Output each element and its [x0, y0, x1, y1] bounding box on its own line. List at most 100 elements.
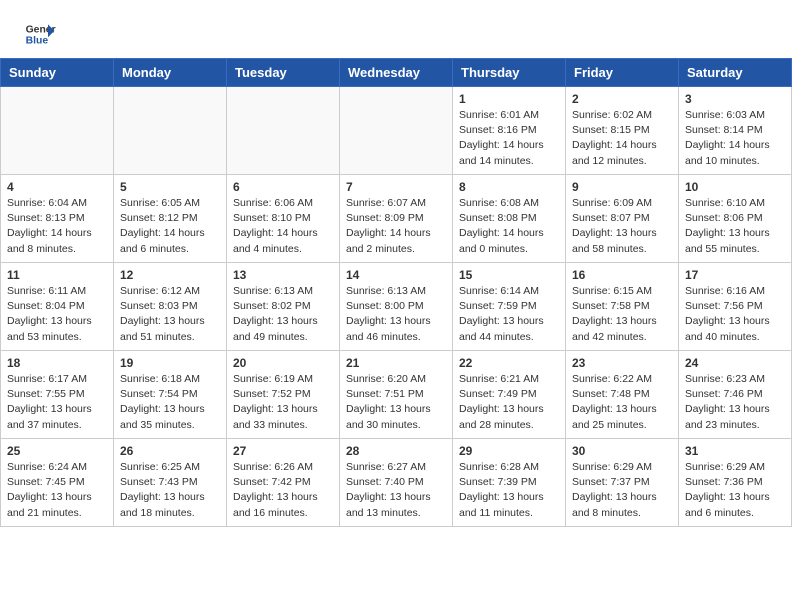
- day-number: 24: [685, 356, 785, 370]
- day-number: 23: [572, 356, 672, 370]
- day-info: Sunrise: 6:23 AM Sunset: 7:46 PM Dayligh…: [685, 372, 785, 433]
- day-info: Sunrise: 6:12 AM Sunset: 8:03 PM Dayligh…: [120, 284, 220, 345]
- weekday-header-thursday: Thursday: [453, 59, 566, 87]
- calendar-cell: [1, 87, 114, 175]
- logo: General Blue: [24, 18, 56, 50]
- day-info: Sunrise: 6:10 AM Sunset: 8:06 PM Dayligh…: [685, 196, 785, 257]
- day-info: Sunrise: 6:13 AM Sunset: 8:00 PM Dayligh…: [346, 284, 446, 345]
- day-info: Sunrise: 6:09 AM Sunset: 8:07 PM Dayligh…: [572, 196, 672, 257]
- day-number: 13: [233, 268, 333, 282]
- calendar-cell: 29 Sunrise: 6:28 AM Sunset: 7:39 PM Dayli…: [453, 439, 566, 527]
- calendar-cell: 20 Sunrise: 6:19 AM Sunset: 7:52 PM Dayli…: [227, 351, 340, 439]
- day-info: Sunrise: 6:24 AM Sunset: 7:45 PM Dayligh…: [7, 460, 107, 521]
- day-number: 7: [346, 180, 446, 194]
- calendar-cell: 7Sunrise: 6:07 AM Sunset: 8:09 PM Daylig…: [340, 175, 453, 263]
- week-row-3: 11Sunrise: 6:11 AM Sunset: 8:04 PM Dayli…: [1, 263, 792, 351]
- calendar-cell: 3 Sunrise: 6:03 AM Sunset: 8:14 PM Daylig…: [679, 87, 792, 175]
- calendar-cell: 4 Sunrise: 6:04 AM Sunset: 8:13 PM Daylig…: [1, 175, 114, 263]
- calendar-cell: 10 Sunrise: 6:10 AM Sunset: 8:06 PM Dayli…: [679, 175, 792, 263]
- day-number: 16: [572, 268, 672, 282]
- calendar-cell: 18 Sunrise: 6:17 AM Sunset: 7:55 PM Dayli…: [1, 351, 114, 439]
- day-number: 8: [459, 180, 559, 194]
- day-number: 29: [459, 444, 559, 458]
- day-number: 28: [346, 444, 446, 458]
- svg-text:Blue: Blue: [26, 36, 49, 47]
- weekday-header-wednesday: Wednesday: [340, 59, 453, 87]
- weekday-header-sunday: Sunday: [1, 59, 114, 87]
- day-number: 18: [7, 356, 107, 370]
- day-info: Sunrise: 6:11 AM Sunset: 8:04 PM Dayligh…: [7, 284, 107, 345]
- day-info: Sunrise: 6:19 AM Sunset: 7:52 PM Dayligh…: [233, 372, 333, 433]
- day-info: Sunrise: 6:18 AM Sunset: 7:54 PM Dayligh…: [120, 372, 220, 433]
- day-number: 3: [685, 92, 785, 106]
- day-info: Sunrise: 6:20 AM Sunset: 7:51 PM Dayligh…: [346, 372, 446, 433]
- logo-icon: General Blue: [24, 18, 56, 50]
- calendar-cell: 17Sunrise: 6:16 AM Sunset: 7:56 PM Dayli…: [679, 263, 792, 351]
- day-info: Sunrise: 6:17 AM Sunset: 7:55 PM Dayligh…: [7, 372, 107, 433]
- calendar-cell: 15Sunrise: 6:14 AM Sunset: 7:59 PM Dayli…: [453, 263, 566, 351]
- calendar-table: SundayMondayTuesdayWednesdayThursdayFrid…: [0, 58, 792, 527]
- day-number: 30: [572, 444, 672, 458]
- week-row-5: 25 Sunrise: 6:24 AM Sunset: 7:45 PM Dayli…: [1, 439, 792, 527]
- week-row-1: 1 Sunrise: 6:01 AM Sunset: 8:16 PM Daylig…: [1, 87, 792, 175]
- calendar-cell: 27 Sunrise: 6:26 AM Sunset: 7:42 PM Dayli…: [227, 439, 340, 527]
- day-info: Sunrise: 6:22 AM Sunset: 7:48 PM Dayligh…: [572, 372, 672, 433]
- day-number: 9: [572, 180, 672, 194]
- day-info: Sunrise: 6:16 AM Sunset: 7:56 PM Dayligh…: [685, 284, 785, 345]
- day-number: 10: [685, 180, 785, 194]
- week-row-4: 18 Sunrise: 6:17 AM Sunset: 7:55 PM Dayli…: [1, 351, 792, 439]
- weekday-header-friday: Friday: [566, 59, 679, 87]
- day-number: 20: [233, 356, 333, 370]
- calendar-cell: 23 Sunrise: 6:22 AM Sunset: 7:48 PM Dayli…: [566, 351, 679, 439]
- day-info: Sunrise: 6:29 AM Sunset: 7:37 PM Dayligh…: [572, 460, 672, 521]
- day-info: Sunrise: 6:02 AM Sunset: 8:15 PM Dayligh…: [572, 108, 672, 169]
- day-number: 2: [572, 92, 672, 106]
- day-info: Sunrise: 6:01 AM Sunset: 8:16 PM Dayligh…: [459, 108, 559, 169]
- calendar-cell: 21 Sunrise: 6:20 AM Sunset: 7:51 PM Dayli…: [340, 351, 453, 439]
- day-number: 19: [120, 356, 220, 370]
- week-row-2: 4 Sunrise: 6:04 AM Sunset: 8:13 PM Daylig…: [1, 175, 792, 263]
- day-number: 21: [346, 356, 446, 370]
- calendar-cell: 2 Sunrise: 6:02 AM Sunset: 8:15 PM Daylig…: [566, 87, 679, 175]
- weekday-header-row: SundayMondayTuesdayWednesdayThursdayFrid…: [1, 59, 792, 87]
- calendar-cell: 31 Sunrise: 6:29 AM Sunset: 7:36 PM Dayli…: [679, 439, 792, 527]
- day-number: 25: [7, 444, 107, 458]
- day-info: Sunrise: 6:29 AM Sunset: 7:36 PM Dayligh…: [685, 460, 785, 521]
- calendar-cell: 12 Sunrise: 6:12 AM Sunset: 8:03 PM Dayli…: [114, 263, 227, 351]
- day-info: Sunrise: 6:15 AM Sunset: 7:58 PM Dayligh…: [572, 284, 672, 345]
- day-number: 22: [459, 356, 559, 370]
- day-info: Sunrise: 6:03 AM Sunset: 8:14 PM Dayligh…: [685, 108, 785, 169]
- day-number: 12: [120, 268, 220, 282]
- day-info: Sunrise: 6:14 AM Sunset: 7:59 PM Dayligh…: [459, 284, 559, 345]
- day-number: 5: [120, 180, 220, 194]
- day-number: 4: [7, 180, 107, 194]
- day-info: Sunrise: 6:13 AM Sunset: 8:02 PM Dayligh…: [233, 284, 333, 345]
- calendar-cell: 30 Sunrise: 6:29 AM Sunset: 7:37 PM Dayli…: [566, 439, 679, 527]
- calendar-cell: 5 Sunrise: 6:05 AM Sunset: 8:12 PM Daylig…: [114, 175, 227, 263]
- calendar-cell: 19 Sunrise: 6:18 AM Sunset: 7:54 PM Dayli…: [114, 351, 227, 439]
- weekday-header-saturday: Saturday: [679, 59, 792, 87]
- calendar-cell: 16 Sunrise: 6:15 AM Sunset: 7:58 PM Dayli…: [566, 263, 679, 351]
- calendar-cell: [340, 87, 453, 175]
- calendar-cell: 11Sunrise: 6:11 AM Sunset: 8:04 PM Dayli…: [1, 263, 114, 351]
- day-info: Sunrise: 6:04 AM Sunset: 8:13 PM Dayligh…: [7, 196, 107, 257]
- calendar-cell: [114, 87, 227, 175]
- weekday-header-tuesday: Tuesday: [227, 59, 340, 87]
- page-header: General Blue: [0, 0, 792, 58]
- calendar-cell: 24 Sunrise: 6:23 AM Sunset: 7:46 PM Dayli…: [679, 351, 792, 439]
- day-info: Sunrise: 6:28 AM Sunset: 7:39 PM Dayligh…: [459, 460, 559, 521]
- calendar-cell: 26Sunrise: 6:25 AM Sunset: 7:43 PM Dayli…: [114, 439, 227, 527]
- day-number: 26: [120, 444, 220, 458]
- day-info: Sunrise: 6:27 AM Sunset: 7:40 PM Dayligh…: [346, 460, 446, 521]
- calendar-cell: 9 Sunrise: 6:09 AM Sunset: 8:07 PM Daylig…: [566, 175, 679, 263]
- day-number: 27: [233, 444, 333, 458]
- day-number: 1: [459, 92, 559, 106]
- day-info: Sunrise: 6:05 AM Sunset: 8:12 PM Dayligh…: [120, 196, 220, 257]
- calendar-cell: 22Sunrise: 6:21 AM Sunset: 7:49 PM Dayli…: [453, 351, 566, 439]
- calendar-cell: [227, 87, 340, 175]
- calendar-cell: 13 Sunrise: 6:13 AM Sunset: 8:02 PM Dayli…: [227, 263, 340, 351]
- day-info: Sunrise: 6:26 AM Sunset: 7:42 PM Dayligh…: [233, 460, 333, 521]
- calendar-cell: 6Sunrise: 6:06 AM Sunset: 8:10 PM Daylig…: [227, 175, 340, 263]
- day-number: 31: [685, 444, 785, 458]
- calendar-cell: 1 Sunrise: 6:01 AM Sunset: 8:16 PM Daylig…: [453, 87, 566, 175]
